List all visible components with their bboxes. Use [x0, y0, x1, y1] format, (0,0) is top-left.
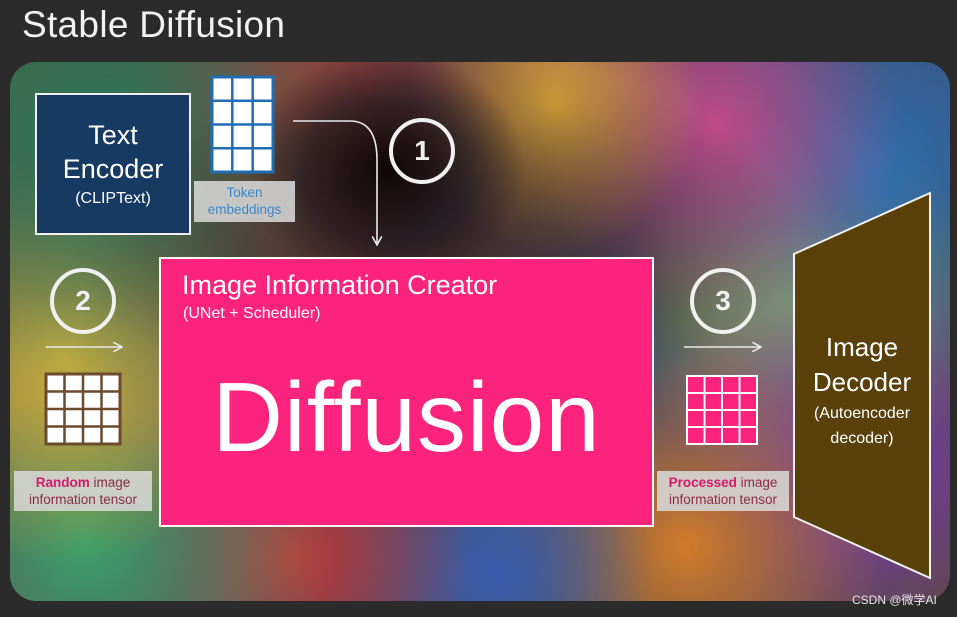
decoder-label-2: Decoder: [812, 367, 912, 397]
token-embeddings-line-1: Token: [226, 185, 263, 200]
text-encoder-label-1: Text: [88, 120, 138, 150]
processed-label-line-2: information tensor: [668, 492, 778, 507]
diffusion-label: Diffusion: [212, 362, 601, 472]
text-encoder-label-2: Encoder: [62, 154, 164, 184]
processed-tensor-grid: [686, 375, 758, 445]
watermark: CSDN @微学AI: [852, 593, 937, 607]
image-information-creator-box: Image Information Creator (UNet + Schedu…: [159, 257, 654, 527]
decoder-label-4: decoder): [830, 430, 894, 447]
token-embeddings-line-2: embeddings: [207, 202, 282, 217]
random-label-rest: image: [89, 475, 131, 490]
step-3-badge: 3: [690, 268, 756, 334]
random-label-line-2: information tensor: [28, 492, 138, 507]
creator-subtitle: (UNet + Scheduler): [183, 305, 321, 322]
image-decoder-label: Image Decoder (Autoencoder decoder): [796, 330, 928, 450]
random-bold-word: Random: [35, 475, 90, 490]
decoder-label-1: Image: [825, 332, 899, 362]
text-encoder-box: Text Encoder (CLIPText): [35, 93, 191, 235]
processed-label-rest: image: [736, 475, 778, 490]
random-tensor-label: Random image information tensor: [14, 471, 152, 511]
step-1-badge: 1: [389, 118, 455, 184]
token-to-creator-arrow: [293, 120, 377, 244]
creator-title: Image Information Creator: [182, 270, 498, 300]
text-encoder-label-3: (CLIPText): [75, 190, 151, 207]
step-2-badge: 2: [50, 268, 116, 334]
processed-tensor-label: Processed image information tensor: [657, 471, 789, 511]
random-tensor-grid: [44, 372, 122, 446]
decoder-label-3: (Autoencoder: [813, 405, 911, 422]
token-embeddings-grid: [210, 75, 275, 174]
token-embeddings-label: Token embeddings: [194, 181, 295, 222]
processed-bold-word: Processed: [668, 475, 737, 490]
